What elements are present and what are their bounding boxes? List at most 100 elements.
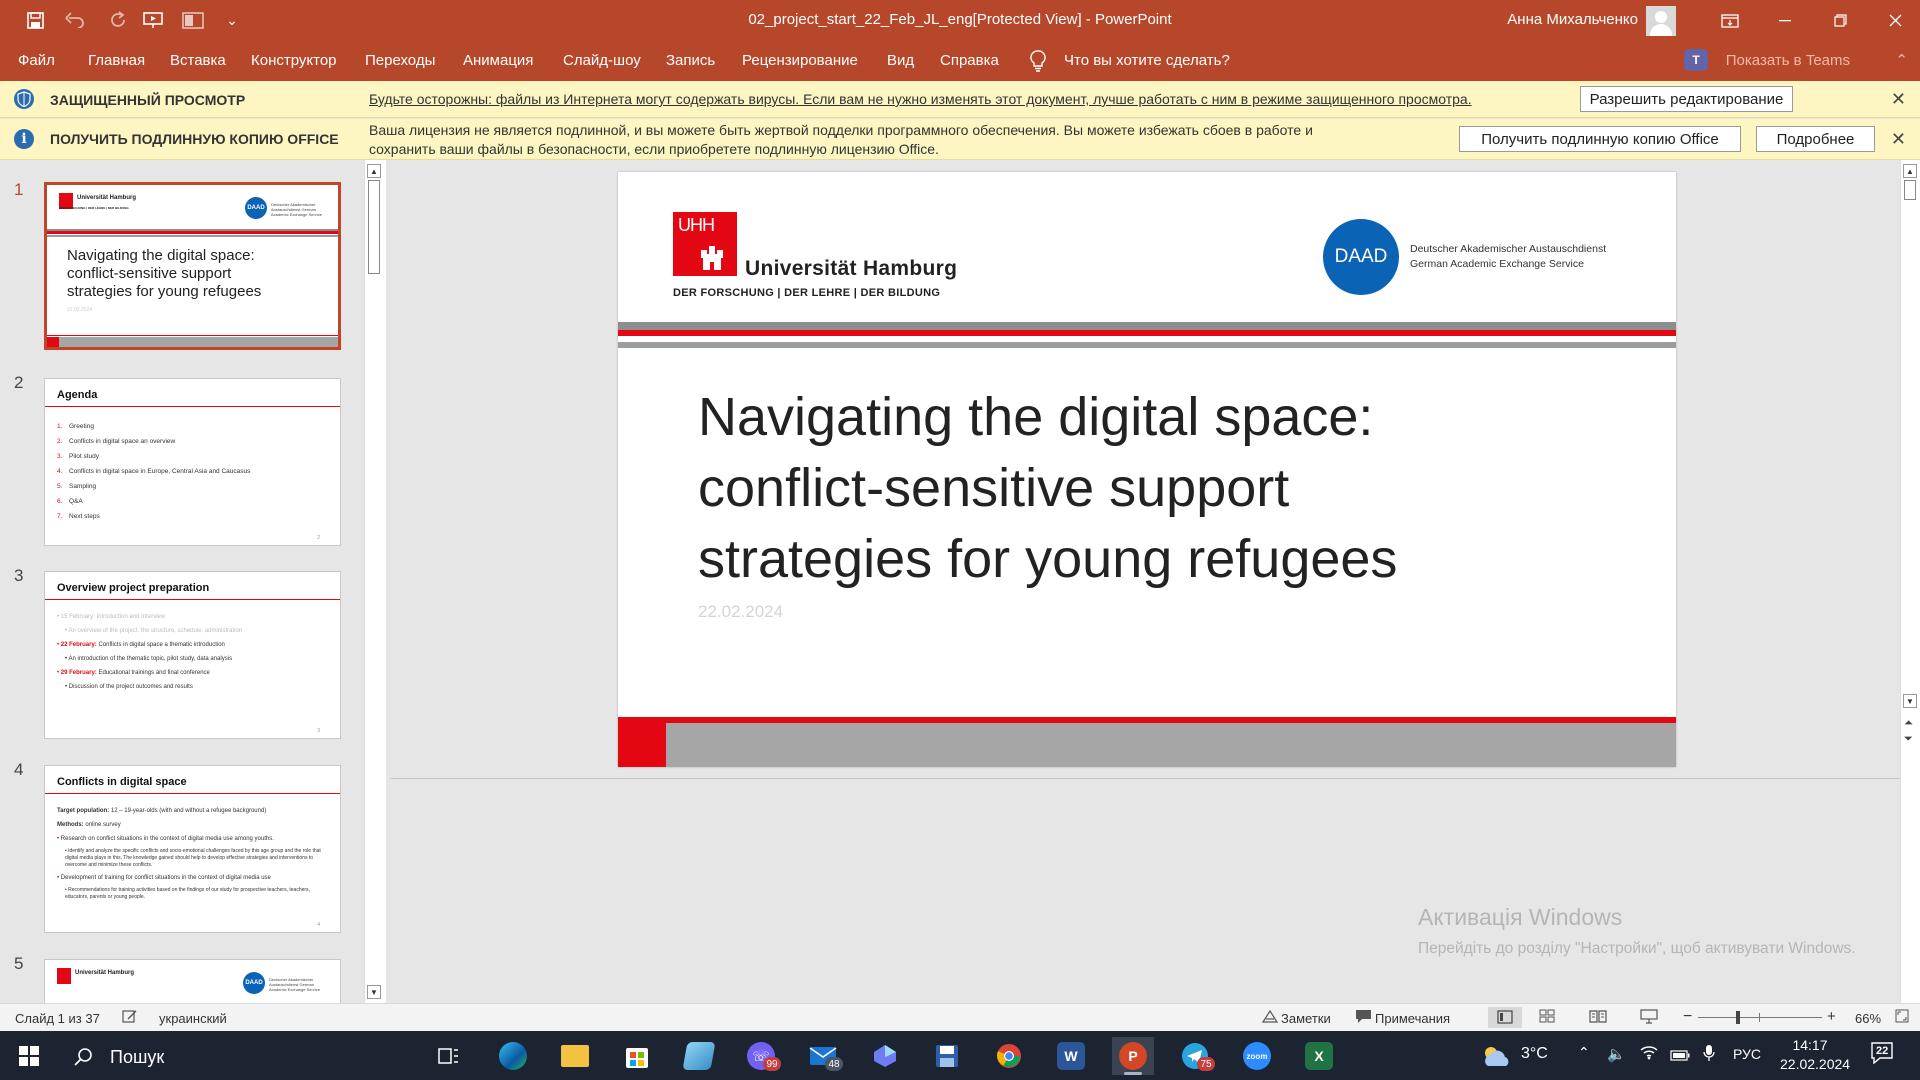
weather-cloud-icon[interactable] xyxy=(1480,1044,1512,1072)
zoom-in-icon[interactable]: + xyxy=(1827,1008,1836,1025)
menu-transitions[interactable]: Переходы xyxy=(365,52,435,69)
menu-record[interactable]: Запись xyxy=(666,52,715,69)
thumbnail-scrollbar[interactable]: ▲ ▼ xyxy=(364,160,386,1003)
taskbar-search[interactable]: Пошук xyxy=(60,1037,410,1075)
redo-icon[interactable] xyxy=(106,8,130,32)
slide-thumbnail-2[interactable]: Agenda 1. Greeting 2. Conflicts in digital… xyxy=(44,378,341,546)
chevron-up-icon[interactable]: ⌃ xyxy=(1895,51,1908,69)
enable-editing-button[interactable]: Разрешить редактирование xyxy=(1580,86,1793,112)
scroll-up-icon[interactable]: ▲ xyxy=(1903,164,1917,178)
slide-sorter-icon[interactable] xyxy=(1539,1009,1555,1026)
notifications-icon[interactable]: 22 xyxy=(1870,1042,1894,1068)
menu-help[interactable]: Справка xyxy=(940,52,999,69)
mail-icon[interactable]: 48 xyxy=(802,1037,844,1075)
language-indicator[interactable]: украинский xyxy=(159,1011,227,1026)
input-language[interactable]: РУС xyxy=(1733,1046,1761,1062)
thumbnail-number: 3 xyxy=(14,566,24,585)
volume-icon[interactable]: 🔈 xyxy=(1607,1045,1626,1063)
word-icon[interactable]: W xyxy=(1050,1037,1092,1075)
save-icon[interactable] xyxy=(22,8,48,32)
slideshow-view-icon[interactable] xyxy=(1640,1009,1658,1027)
customize-toolbar-icon[interactable]: ⌄ xyxy=(224,8,240,32)
menu-file[interactable]: Файл xyxy=(18,52,55,69)
learn-more-button[interactable]: Подробнее xyxy=(1756,126,1875,152)
license-bar: i ПОЛУЧИТЬ ПОДЛИННУЮ КОПИЮ OFFICE Ваша л… xyxy=(0,119,1920,160)
slideshow-start-icon[interactable] xyxy=(140,8,166,32)
excel-icon[interactable]: X xyxy=(1298,1037,1340,1075)
windows-start-icon[interactable] xyxy=(8,1037,50,1075)
menu-home[interactable]: Главная xyxy=(88,52,145,69)
minimize-icon[interactable] xyxy=(1760,0,1810,41)
menu-animations[interactable]: Анимация xyxy=(463,52,533,69)
tell-me-search[interactable]: Что вы хотите сделать? xyxy=(1064,52,1230,69)
microphone-icon[interactable] xyxy=(1703,1044,1715,1066)
slide-thumbnail-1[interactable]: Universität Hamburg DER FORSCHUNG | DER … xyxy=(44,182,341,350)
telegram-icon[interactable]: 75 xyxy=(1174,1037,1216,1075)
zoom-slider-thumb[interactable] xyxy=(1736,1011,1740,1024)
user-name[interactable]: Анна Михальченко xyxy=(1507,11,1638,28)
scrollbar-thumb[interactable] xyxy=(1904,180,1916,200)
slide-date[interactable]: 22.02.2024 xyxy=(698,602,783,622)
chevron-up-icon[interactable]: ⌃ xyxy=(1578,1044,1590,1061)
show-in-teams-button[interactable]: Показать в Teams xyxy=(1726,52,1850,69)
undo-icon[interactable] xyxy=(58,8,94,32)
temperature[interactable]: 3°C xyxy=(1521,1045,1548,1063)
normal-view-button[interactable] xyxy=(1488,1007,1522,1028)
zoom-icon[interactable]: zoom xyxy=(1236,1037,1278,1075)
reading-view-icon[interactable] xyxy=(1589,1009,1607,1026)
chrome-icon[interactable] xyxy=(988,1037,1030,1075)
comments-icon[interactable] xyxy=(1355,1009,1372,1027)
fit-to-window-icon[interactable] xyxy=(1895,1009,1909,1026)
menu-design[interactable]: Конструктор xyxy=(251,52,337,69)
file-explorer-icon[interactable] xyxy=(554,1037,596,1075)
teams-icon[interactable]: T xyxy=(1684,49,1708,71)
menu-review[interactable]: Рецензирование xyxy=(742,52,858,69)
powerpoint-icon[interactable]: P xyxy=(1112,1037,1154,1075)
store-icon[interactable] xyxy=(616,1037,658,1075)
zoom-level[interactable]: 66% xyxy=(1855,1011,1881,1026)
close-icon[interactable]: ✕ xyxy=(1891,89,1906,110)
notes-app-icon[interactable] xyxy=(678,1037,720,1075)
menu-insert[interactable]: Вставка xyxy=(170,52,226,69)
lightbulb-icon[interactable] xyxy=(1030,50,1046,72)
viber-badge: 99 xyxy=(763,1057,781,1071)
battery-icon[interactable] xyxy=(1670,1048,1690,1065)
ribbon-display-options-icon[interactable] xyxy=(1705,0,1755,41)
current-slide[interactable]: UHH Universität Hamburg DER FORSCHUNG | … xyxy=(618,172,1676,767)
menu-slideshow[interactable]: Слайд-шоу xyxy=(563,52,641,69)
slide-thumbnail-4[interactable]: Conflicts in digital space Target popula… xyxy=(44,765,341,933)
notes-button[interactable]: Заметки xyxy=(1281,1011,1331,1026)
get-genuine-office-button[interactable]: Получить подлинную копию Office xyxy=(1459,126,1741,152)
scroll-down-icon[interactable]: ▼ xyxy=(1903,694,1917,708)
scrollbar-thumb[interactable] xyxy=(368,180,380,274)
zoom-out-icon[interactable]: − xyxy=(1683,1008,1692,1026)
floppy-app-icon[interactable] xyxy=(926,1037,968,1075)
task-view-icon[interactable] xyxy=(428,1037,470,1075)
menu-view[interactable]: Вид xyxy=(887,52,914,69)
zoom-slider[interactable] xyxy=(1698,1011,1822,1024)
restore-icon[interactable] xyxy=(1815,0,1865,41)
slide-thumbnail-3[interactable]: Overview project preparation • 15 Februa… xyxy=(44,571,341,739)
comments-button[interactable]: Примечания xyxy=(1375,1011,1450,1026)
wifi-icon[interactable] xyxy=(1640,1044,1658,1064)
clock[interactable]: 14:17 22.02.2024 xyxy=(1780,1036,1850,1074)
notes-icon[interactable] xyxy=(1261,1009,1279,1026)
scroll-up-icon[interactable]: ▲ xyxy=(367,164,381,178)
close-icon[interactable]: ✕ xyxy=(1891,129,1906,150)
editor-scrollbar[interactable]: ▲ ▼ ⏶ ⏷ xyxy=(1900,160,1920,1003)
bullet-list: • 15 February: Introduction and Intervie… xyxy=(57,612,330,696)
copilot-icon[interactable] xyxy=(864,1037,906,1075)
protected-view-message[interactable]: Будьте осторожны: файлы из Интернета мог… xyxy=(369,91,1472,107)
prev-slide-icon[interactable]: ⏶ xyxy=(1904,716,1913,730)
viber-icon[interactable]: ☏ 99 xyxy=(740,1037,782,1075)
spellcheck-icon[interactable] xyxy=(122,1009,138,1027)
close-icon[interactable] xyxy=(1870,0,1920,41)
slide-title[interactable]: Navigating the digital space: conflict-s… xyxy=(698,382,1598,595)
avatar[interactable] xyxy=(1646,6,1676,36)
next-slide-icon[interactable]: ⏷ xyxy=(1904,732,1913,746)
edge-icon[interactable] xyxy=(492,1037,534,1075)
layout-icon[interactable] xyxy=(174,8,212,32)
scroll-down-icon[interactable]: ▼ xyxy=(367,985,381,999)
notes-divider[interactable] xyxy=(390,778,1900,779)
slide-thumbnail-5[interactable]: Universität Hamburg DAAD Deutscher Akade… xyxy=(44,959,341,1003)
